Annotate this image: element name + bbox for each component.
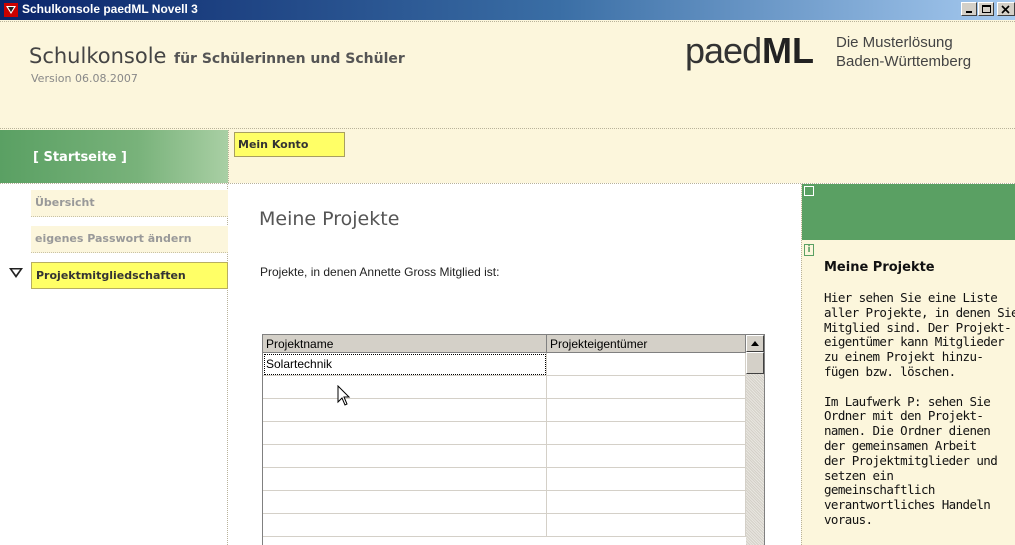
table-cell[interactable]	[263, 376, 547, 399]
table-cell[interactable]	[547, 514, 746, 537]
maximize-icon	[982, 5, 991, 13]
table-cell[interactable]	[263, 514, 547, 537]
window-title: Schulkonsole paedML Novell 3	[22, 2, 198, 16]
info-panel-header	[802, 184, 1015, 240]
scroll-thumb[interactable]	[746, 352, 764, 374]
arrow-up-icon	[751, 341, 759, 346]
info-panel: i Meine Projekte Hier sehen Sie eine Lis…	[801, 184, 1015, 545]
main-content: Meine Projekte Projekte, in denen Annett…	[229, 184, 801, 545]
info-panel-title: Meine Projekte	[824, 260, 935, 275]
table-cell[interactable]	[547, 376, 746, 399]
check-icon	[804, 186, 814, 196]
info-icon: i	[804, 244, 814, 256]
header-divider	[0, 21, 1015, 22]
info-panel-text: Hier sehen Sie eine Liste aller Projekte…	[824, 290, 1015, 527]
minimize-icon	[966, 11, 972, 13]
table-scrollbar[interactable]	[746, 335, 764, 545]
app-name: Schulkonsole	[29, 44, 167, 68]
paedml-logo-bold: ML	[762, 30, 814, 71]
table-cell[interactable]	[547, 491, 746, 514]
window-titlebar[interactable]: Schulkonsole paedML Novell 3	[0, 0, 1015, 20]
active-item-marker-icon	[9, 268, 23, 278]
column-header-projektname[interactable]: Projektname	[263, 335, 547, 353]
logo-tagline: Baden-Württemberg	[836, 53, 972, 70]
version-label: Version 06.08.2007	[31, 72, 138, 85]
table-cell[interactable]	[263, 468, 547, 491]
table-cell[interactable]	[263, 399, 547, 422]
paedml-logo-text: paed	[685, 30, 762, 71]
table-cell[interactable]	[263, 422, 547, 445]
projects-table[interactable]: Projektname Projekteigentümer Solartechn…	[262, 334, 765, 545]
logo-tagline: Die Musterlösung	[836, 34, 953, 51]
home-link[interactable]: [ Startseite ]	[33, 150, 127, 165]
home-link-band[interactable]: [ Startseite ]	[0, 130, 228, 183]
close-icon	[1001, 5, 1010, 14]
table-cell[interactable]	[547, 468, 746, 491]
intro-text: Projekte, in denen Annette Gross Mitglie…	[260, 265, 500, 279]
table-cell[interactable]: Solartechnik	[263, 353, 547, 376]
sidebar-item-uebersicht[interactable]: Übersicht	[31, 190, 228, 217]
scroll-up-button[interactable]	[746, 335, 764, 352]
table-cell[interactable]	[263, 491, 547, 514]
table-cell[interactable]	[547, 353, 746, 376]
sidebar-item-projektmitgliedschaften[interactable]: Projektmitgliedschaften	[31, 262, 228, 289]
top-navigation: Mein Konto	[228, 130, 1015, 183]
app-logo-icon	[4, 3, 18, 17]
minimize-button[interactable]	[961, 2, 977, 16]
table-cell[interactable]	[263, 445, 547, 468]
table-cell[interactable]	[547, 445, 746, 468]
tab-mein-konto[interactable]: Mein Konto	[234, 132, 345, 157]
mouse-pointer-icon	[337, 385, 351, 406]
app-subtitle: für Schülerinnen und Schüler	[174, 51, 405, 67]
sidebar: Übersicht eigenes Passwort ändern Projek…	[0, 184, 228, 545]
maximize-button[interactable]	[978, 2, 994, 16]
sidebar-item-passwort[interactable]: eigenes Passwort ändern	[31, 226, 228, 253]
header-divider	[0, 128, 1015, 129]
table-cell[interactable]	[547, 399, 746, 422]
column-header-projekteigentuemer[interactable]: Projekteigentümer	[547, 335, 746, 353]
page-title: Meine Projekte	[259, 208, 400, 230]
table-cell[interactable]	[547, 422, 746, 445]
close-button[interactable]	[997, 2, 1015, 16]
